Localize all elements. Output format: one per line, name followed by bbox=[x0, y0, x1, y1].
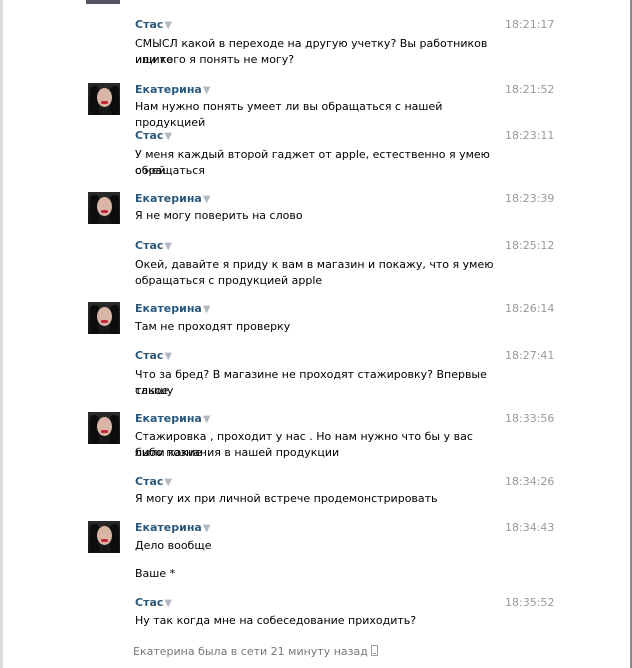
message-author[interactable]: Стас▼ bbox=[135, 129, 172, 142]
left-border bbox=[0, 0, 3, 668]
author-name[interactable]: Стас bbox=[135, 596, 163, 609]
message-text: Нам нужно понять умеет ли вы обращаться … bbox=[135, 100, 443, 129]
dropdown-arrow-icon[interactable]: ▼ bbox=[203, 414, 211, 425]
online-status: Екатерина была в сети 21 минуту назад bbox=[133, 645, 378, 658]
author-name[interactable]: Екатерина bbox=[135, 192, 202, 205]
message-text: Там не проходят проверку bbox=[135, 320, 291, 333]
author-name[interactable]: Екатерина bbox=[135, 302, 202, 315]
message-text: слышу bbox=[135, 384, 174, 397]
author-name[interactable]: Стас bbox=[135, 18, 163, 31]
dropdown-arrow-icon[interactable]: ▼ bbox=[203, 194, 211, 205]
message-time[interactable]: 18:34:26 bbox=[505, 475, 554, 488]
author-name[interactable]: Стас bbox=[135, 349, 163, 362]
message-time[interactable]: 18:21:52 bbox=[505, 83, 554, 96]
message-text: обращаться bbox=[135, 164, 205, 177]
message-author[interactable]: Екатерина▼ bbox=[135, 83, 211, 96]
author-name[interactable]: Стас bbox=[135, 129, 163, 142]
message-text: Дело вообще bbox=[135, 539, 212, 552]
dropdown-arrow-icon[interactable]: ▼ bbox=[203, 85, 211, 96]
avatar[interactable] bbox=[88, 192, 120, 224]
message-author[interactable]: Екатерина▼ bbox=[135, 412, 211, 425]
avatar[interactable] bbox=[88, 302, 120, 334]
avatar[interactable] bbox=[88, 521, 120, 553]
message-author[interactable]: Стас▼ bbox=[135, 349, 172, 362]
author-name[interactable]: Екатерина bbox=[135, 412, 202, 425]
dropdown-arrow-icon[interactable]: ▼ bbox=[164, 131, 172, 142]
dropdown-arrow-icon[interactable]: ▼ bbox=[203, 304, 211, 315]
dropdown-arrow-icon[interactable]: ▼ bbox=[164, 351, 172, 362]
avatar[interactable] bbox=[88, 83, 120, 115]
dropdown-arrow-icon[interactable]: ▼ bbox=[164, 477, 172, 488]
message-text: обращаться с продукцией apple bbox=[135, 274, 323, 287]
message-text: Я могу их при личной встрече продемонстр… bbox=[135, 492, 438, 505]
message-author[interactable]: Екатерина▼ bbox=[135, 521, 211, 534]
message-text: либо познания в нашей продукции bbox=[135, 446, 340, 459]
dropdown-arrow-icon[interactable]: ▼ bbox=[164, 241, 172, 252]
message-time[interactable]: 18:25:12 bbox=[505, 239, 554, 252]
message-text: или кого я понять не могу? bbox=[135, 53, 295, 66]
message-time[interactable]: 18:21:17 bbox=[505, 18, 554, 31]
message-text: Ваше * bbox=[135, 567, 176, 580]
message-time[interactable]: 18:23:39 bbox=[505, 192, 554, 205]
author-name[interactable]: Екатерина bbox=[135, 521, 202, 534]
message-author[interactable]: Екатерина▼ bbox=[135, 302, 211, 315]
message-time[interactable]: 18:34:43 bbox=[505, 521, 554, 534]
avatar[interactable] bbox=[86, 0, 120, 4]
author-name[interactable]: Екатерина bbox=[135, 83, 202, 96]
message-time[interactable]: 18:33:56 bbox=[505, 412, 554, 425]
author-name[interactable]: Стас bbox=[135, 475, 163, 488]
message-author[interactable]: Екатерина▼ bbox=[135, 192, 211, 205]
message-author[interactable]: Стас▼ bbox=[135, 18, 172, 31]
message-text: Ну так когда мне на собеседование приход… bbox=[135, 614, 417, 627]
message-time[interactable]: 18:23:11 bbox=[505, 129, 554, 142]
message-time[interactable]: 18:35:52 bbox=[505, 596, 554, 609]
message-time[interactable]: 18:26:14 bbox=[505, 302, 554, 315]
avatar[interactable] bbox=[88, 412, 120, 444]
message-author[interactable]: Стас▼ bbox=[135, 239, 172, 252]
author-name[interactable]: Стас bbox=[135, 239, 163, 252]
online-status-text: Екатерина была в сети 21 минуту назад bbox=[133, 645, 368, 658]
dropdown-arrow-icon[interactable]: ▼ bbox=[203, 523, 211, 534]
message-time[interactable]: 18:27:41 bbox=[505, 349, 554, 362]
phone-icon bbox=[370, 645, 378, 656]
message-author[interactable]: Стас▼ bbox=[135, 596, 172, 609]
message-text: Окей, давайте я приду к вам в магазин и … bbox=[135, 258, 494, 271]
dropdown-arrow-icon[interactable]: ▼ bbox=[164, 20, 172, 31]
message-author[interactable]: Стас▼ bbox=[135, 475, 172, 488]
dropdown-arrow-icon[interactable]: ▼ bbox=[164, 598, 172, 609]
message-text: Я не могу поверить на слово bbox=[135, 209, 303, 222]
